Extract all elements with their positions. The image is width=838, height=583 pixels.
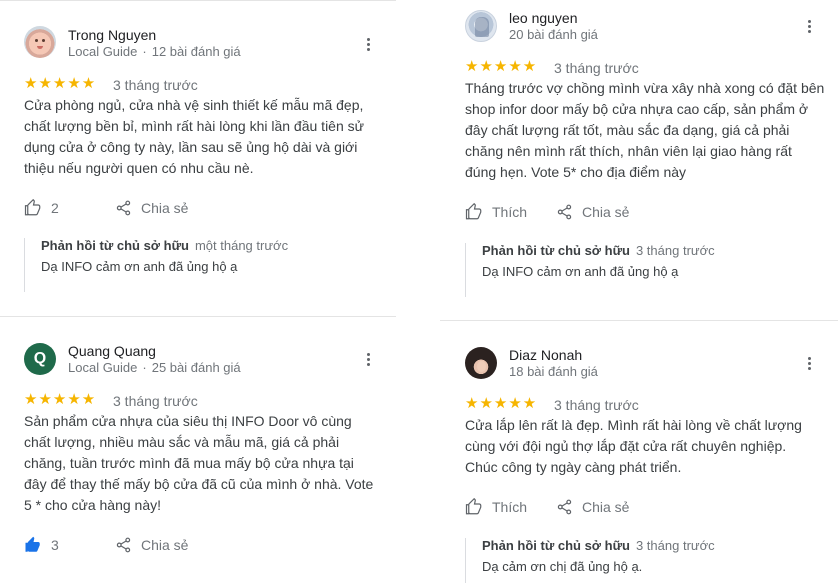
review-text: Sản phẩm cửa nhựa của siêu thị INFO Door… (24, 413, 374, 513)
review-text: Cửa lắp lên rất là đẹp. Mình rất hài lòn… (465, 417, 802, 475)
review-count: 25 bài đánh giá (151, 360, 241, 375)
thumb-up-icon (465, 498, 483, 516)
reviewer-name[interactable]: leo nguyen (509, 10, 578, 26)
owner-reply-text: Dạ INFO cảm ơn anh đã ủng hộ ạ (482, 264, 679, 279)
reviewer-meta: Local Guide · 25 bài đánh giá (68, 360, 241, 375)
star-rating: ★★★★★ (465, 395, 538, 412)
review-count: 18 bài đánh giá (509, 364, 598, 379)
like-count: 3 (51, 537, 59, 553)
owner-reply: Phản hồi từ chủ sở hữu 3 tháng trước Dạ c… (465, 538, 715, 583)
share-button[interactable]: Chia sẻ (115, 536, 188, 554)
more-vert-icon[interactable] (367, 38, 371, 53)
share-label: Chia sẻ (582, 499, 630, 515)
thumb-up-icon (24, 536, 42, 554)
owner-reply: Phản hồi từ chủ sở hữu một tháng trước Dạ… (24, 238, 288, 292)
star-rating: ★★★★★ (24, 75, 97, 92)
share-icon (115, 199, 132, 217)
review-text: Tháng trước vợ chồng mình vừa xây nhà xo… (465, 80, 825, 180)
star-rating: ★★★★★ (24, 391, 97, 408)
share-icon (115, 536, 132, 554)
review-time: 3 tháng trước (113, 77, 198, 93)
owner-reply-label: Phản hồi từ chủ sở hữu (482, 538, 630, 553)
owner-reply-time: một tháng trước (194, 238, 289, 253)
avatar[interactable]: Q (24, 343, 56, 375)
review-time: 3 tháng trước (113, 393, 198, 409)
share-icon (556, 203, 573, 221)
owner-reply-text: Dạ cảm ơn chị đã ủng hộ ạ. (482, 559, 643, 574)
thumb-up-icon (465, 203, 483, 221)
share-button[interactable]: Chia sẻ (556, 203, 629, 221)
thumb-up-icon (24, 199, 42, 217)
like-label: Thích (492, 204, 528, 220)
owner-reply-text: Dạ INFO cảm ơn anh đã ủng hộ ạ (41, 259, 238, 274)
review-text: Cửa phòng ngủ, cửa nhà vệ sinh thiết kế … (24, 97, 365, 176)
owner-reply-label: Phản hồi từ chủ sở hữu (482, 243, 630, 258)
like-button[interactable]: Thích (465, 498, 527, 516)
share-label: Chia sẻ (582, 204, 630, 220)
local-guide-badge: Local Guide (68, 44, 138, 59)
like-count: 2 (51, 200, 59, 216)
share-icon (556, 498, 573, 516)
avatar[interactable] (465, 347, 497, 379)
reviewer-name[interactable]: Trong Nguyen (68, 27, 156, 43)
like-button[interactable]: 2 (24, 199, 59, 217)
more-vert-icon[interactable] (808, 357, 812, 372)
local-guide-badge: Local Guide (68, 360, 138, 375)
share-button[interactable]: Chia sẻ (115, 199, 188, 217)
review-count: 12 bài đánh giá (151, 44, 241, 59)
review-time: 3 tháng trước (554, 60, 639, 76)
avatar[interactable] (24, 26, 56, 58)
share-label: Chia sẻ (141, 200, 189, 216)
owner-reply-label: Phản hồi từ chủ sở hữu (41, 238, 189, 253)
avatar[interactable] (465, 10, 497, 42)
like-button[interactable]: 3 (24, 536, 59, 554)
review-count: 20 bài đánh giá (509, 27, 598, 42)
reviewer-name[interactable]: Diaz Nonah (509, 347, 582, 363)
more-vert-icon[interactable] (808, 20, 812, 35)
like-label: Thích (492, 499, 528, 515)
owner-reply: Phản hồi từ chủ sở hữu 3 tháng trước Dạ I… (465, 243, 715, 297)
more-vert-icon[interactable] (367, 353, 371, 368)
review-time: 3 tháng trước (554, 397, 639, 413)
owner-reply-time: 3 tháng trước (635, 538, 715, 553)
divider (0, 0, 396, 1)
share-button[interactable]: Chia sẻ (556, 498, 629, 516)
owner-reply-time: 3 tháng trước (635, 243, 715, 258)
like-button[interactable]: Thích (465, 203, 527, 221)
divider (0, 316, 396, 317)
divider (440, 320, 838, 321)
reviewer-name[interactable]: Quang Quang (68, 343, 156, 359)
reviewer-meta: Local Guide · 12 bài đánh giá (68, 44, 241, 59)
star-rating: ★★★★★ (465, 58, 538, 75)
share-label: Chia sẻ (141, 537, 189, 553)
